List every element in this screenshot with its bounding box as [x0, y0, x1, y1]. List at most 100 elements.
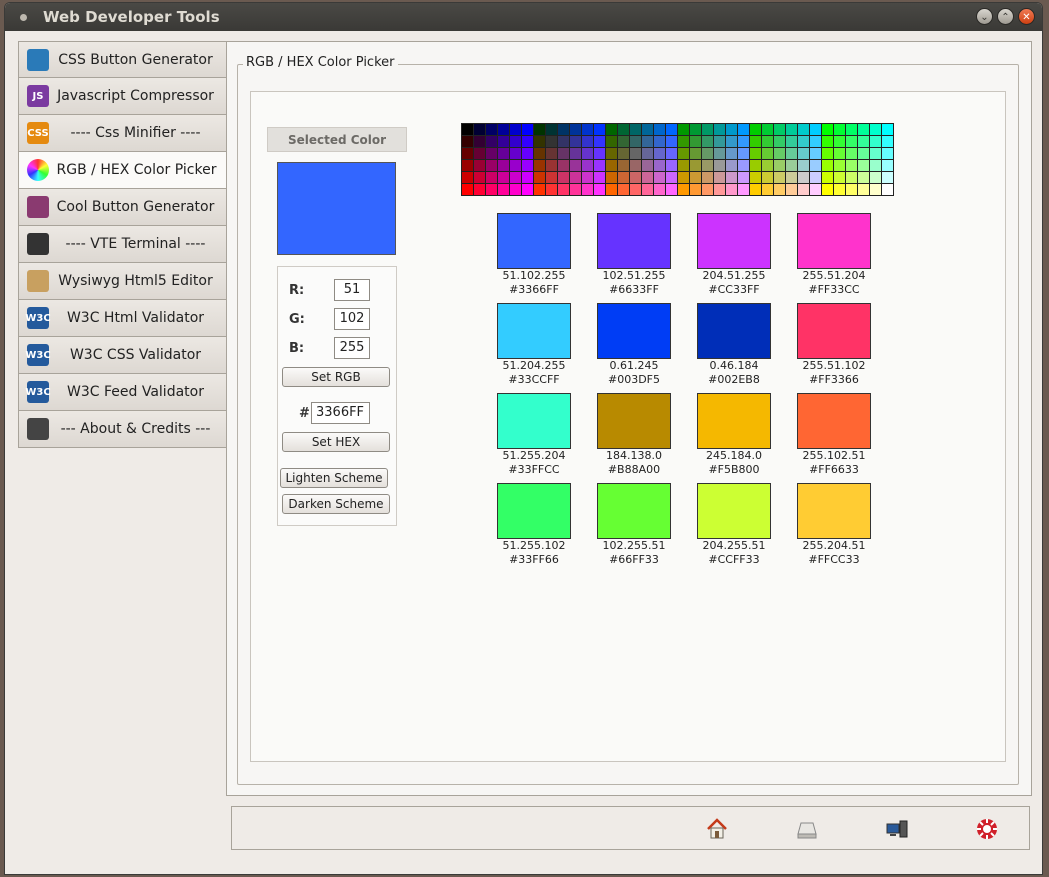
palette-cell[interactable] — [822, 172, 833, 183]
sidebar-item-5[interactable]: ---- VTE Terminal ---- — [18, 226, 227, 263]
palette-cell[interactable] — [546, 172, 557, 183]
palette-cell[interactable] — [606, 160, 617, 171]
palette-cell[interactable] — [546, 136, 557, 147]
palette-cell[interactable] — [738, 172, 749, 183]
palette-cell[interactable] — [846, 148, 857, 159]
palette-cell[interactable] — [474, 160, 485, 171]
palette-cell[interactable] — [594, 148, 605, 159]
drive-icon[interactable] — [795, 817, 819, 841]
palette-cell[interactable] — [558, 172, 569, 183]
color-swatch[interactable]: 184.138.0 #B88A00 — [597, 393, 671, 483]
swatch-color-block[interactable] — [697, 303, 771, 359]
sidebar-item-1[interactable]: JS Javascript Compressor — [18, 78, 227, 115]
palette-cell[interactable] — [618, 184, 629, 195]
palette-cell[interactable] — [870, 172, 881, 183]
palette-cell[interactable] — [834, 148, 845, 159]
palette-cell[interactable] — [786, 172, 797, 183]
palette-cell[interactable] — [810, 124, 821, 135]
palette-cell[interactable] — [498, 184, 509, 195]
set-rgb-button[interactable]: Set RGB — [282, 367, 390, 387]
palette-cell[interactable] — [726, 184, 737, 195]
palette-cell[interactable] — [690, 172, 701, 183]
palette-cell[interactable] — [846, 184, 857, 195]
palette-cell[interactable] — [546, 160, 557, 171]
palette-cell[interactable] — [606, 148, 617, 159]
palette-cell[interactable] — [870, 148, 881, 159]
palette-cell[interactable] — [606, 184, 617, 195]
palette-cell[interactable] — [534, 136, 545, 147]
palette-cell[interactable] — [750, 172, 761, 183]
palette-cell[interactable] — [678, 160, 689, 171]
palette-cell[interactable] — [774, 160, 785, 171]
sidebar-item-4[interactable]: Cool Button Generator — [18, 189, 227, 226]
palette-cell[interactable] — [678, 148, 689, 159]
palette-cell[interactable] — [690, 184, 701, 195]
palette-cell[interactable] — [846, 172, 857, 183]
lighten-scheme-button[interactable]: Lighten Scheme — [280, 468, 388, 488]
color-swatch[interactable]: 255.51.204 #FF33CC — [797, 213, 871, 303]
palette-cell[interactable] — [558, 184, 569, 195]
title-bar[interactable]: Web Developer Tools ⌄ ⌃ ✕ — [5, 3, 1042, 31]
palette-cell[interactable] — [774, 172, 785, 183]
color-palette-grid[interactable] — [461, 123, 894, 196]
set-hex-button[interactable]: Set HEX — [282, 432, 390, 452]
palette-cell[interactable] — [462, 124, 473, 135]
palette-cell[interactable] — [882, 124, 893, 135]
palette-cell[interactable] — [798, 160, 809, 171]
palette-cell[interactable] — [762, 184, 773, 195]
sidebar-item-9[interactable]: W3C W3C Feed Validator — [18, 374, 227, 411]
palette-cell[interactable] — [486, 172, 497, 183]
palette-cell[interactable] — [630, 148, 641, 159]
swatch-color-block[interactable] — [697, 483, 771, 539]
palette-cell[interactable] — [858, 136, 869, 147]
palette-cell[interactable] — [570, 160, 581, 171]
palette-cell[interactable] — [762, 124, 773, 135]
color-swatch[interactable]: 51.204.255 #33CCFF — [497, 303, 571, 393]
color-swatch[interactable]: 245.184.0 #F5B800 — [697, 393, 771, 483]
palette-cell[interactable] — [654, 148, 665, 159]
palette-cell[interactable] — [822, 124, 833, 135]
palette-cell[interactable] — [630, 172, 641, 183]
palette-cell[interactable] — [522, 148, 533, 159]
color-swatch[interactable]: 0.61.245 #003DF5 — [597, 303, 671, 393]
palette-cell[interactable] — [678, 172, 689, 183]
palette-cell[interactable] — [714, 184, 725, 195]
swatch-color-block[interactable] — [697, 213, 771, 269]
palette-cell[interactable] — [630, 124, 641, 135]
palette-cell[interactable] — [750, 136, 761, 147]
palette-cell[interactable] — [522, 184, 533, 195]
palette-cell[interactable] — [462, 172, 473, 183]
palette-cell[interactable] — [666, 148, 677, 159]
sidebar-item-8[interactable]: W3C W3C CSS Validator — [18, 337, 227, 374]
palette-cell[interactable] — [486, 124, 497, 135]
palette-cell[interactable] — [630, 184, 641, 195]
swatch-color-block[interactable] — [597, 303, 671, 359]
palette-cell[interactable] — [582, 160, 593, 171]
palette-cell[interactable] — [798, 172, 809, 183]
palette-cell[interactable] — [474, 172, 485, 183]
palette-cell[interactable] — [738, 184, 749, 195]
palette-cell[interactable] — [510, 184, 521, 195]
palette-cell[interactable] — [750, 160, 761, 171]
palette-cell[interactable] — [798, 124, 809, 135]
palette-cell[interactable] — [462, 136, 473, 147]
palette-cell[interactable] — [786, 184, 797, 195]
palette-cell[interactable] — [774, 148, 785, 159]
palette-cell[interactable] — [498, 124, 509, 135]
palette-cell[interactable] — [822, 136, 833, 147]
color-swatch[interactable]: 51.255.102 #33FF66 — [497, 483, 571, 573]
palette-cell[interactable] — [726, 136, 737, 147]
palette-cell[interactable] — [726, 124, 737, 135]
palette-cell[interactable] — [534, 184, 545, 195]
palette-cell[interactable] — [630, 136, 641, 147]
palette-cell[interactable] — [726, 172, 737, 183]
palette-cell[interactable] — [642, 184, 653, 195]
palette-cell[interactable] — [810, 172, 821, 183]
palette-cell[interactable] — [690, 136, 701, 147]
palette-cell[interactable] — [462, 148, 473, 159]
palette-cell[interactable] — [474, 136, 485, 147]
palette-cell[interactable] — [870, 124, 881, 135]
darken-scheme-button[interactable]: Darken Scheme — [282, 494, 390, 514]
palette-cell[interactable] — [486, 184, 497, 195]
palette-cell[interactable] — [750, 124, 761, 135]
